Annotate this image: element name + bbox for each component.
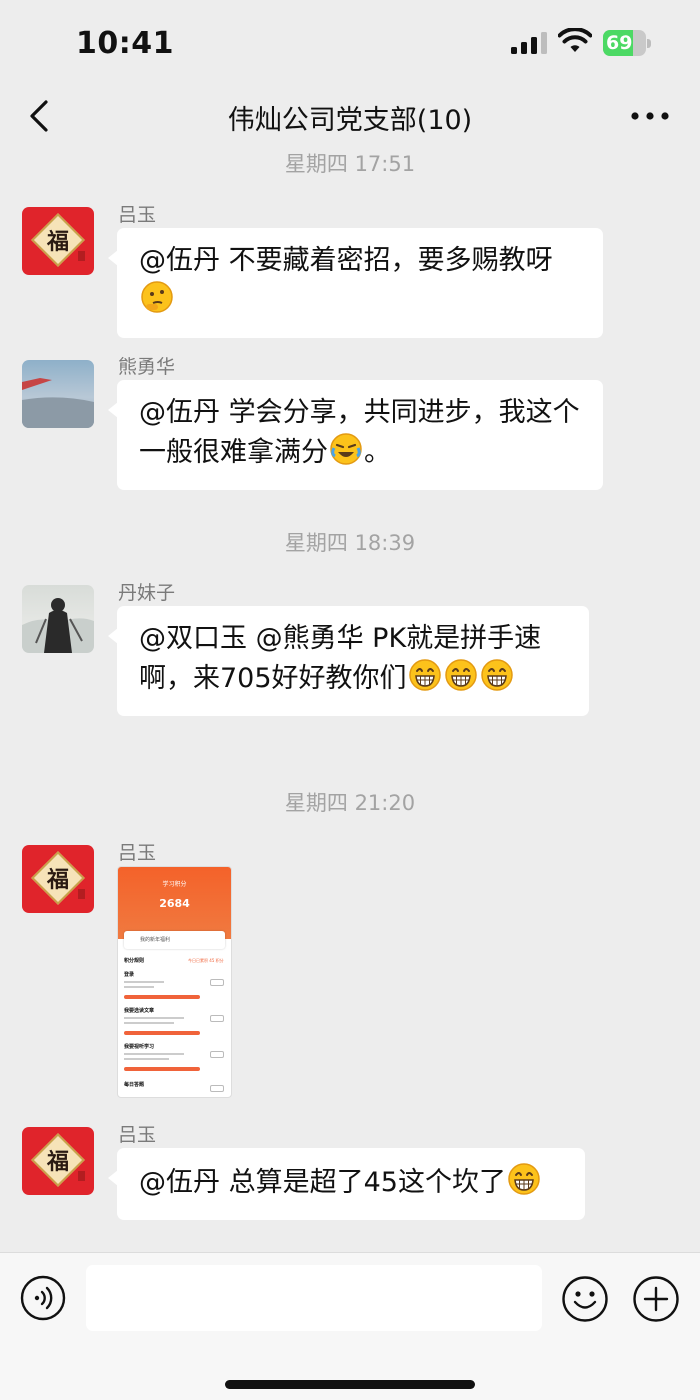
battery-level: 69 — [606, 32, 633, 54]
message-text: @伍丹 不要藏着密招，要多赐教呀 — [139, 245, 553, 276]
timestamp: 星期四 21:20 — [284, 791, 416, 815]
thinking-emoji — [141, 281, 173, 313]
grin-emoji — [480, 659, 513, 691]
avatar[interactable]: 福 — [22, 207, 94, 275]
sender-name: 丹妹子 — [118, 582, 176, 604]
image-score: 2684 — [159, 897, 190, 910]
input-bar — [0, 1252, 700, 1400]
wifi-icon — [558, 28, 592, 52]
message-bubble[interactable]: @双口玉 @熊勇华 PK就是拼手速啊，来705好好教你们 — [108, 606, 589, 716]
message-suffix: 。 — [364, 437, 391, 468]
more-dots-icon[interactable] — [630, 106, 670, 126]
status-time: 10:41 — [76, 26, 174, 61]
message-bubble[interactable]: @伍丹 总算是超了45这个坎了 — [108, 1148, 585, 1220]
avatar[interactable]: 福 — [22, 845, 94, 913]
signal-icon — [511, 32, 547, 54]
sender-name: 吕玉 — [118, 204, 157, 226]
image-message[interactable]: 学习积分 2684 我的新年福利 积分规则 今日已累积 45 积分 登录 我要选… — [117, 866, 232, 1098]
avatar[interactable]: 福 — [22, 1127, 94, 1195]
grin-emoji — [444, 659, 477, 691]
smiley-icon[interactable] — [561, 1275, 609, 1323]
message-input[interactable] — [86, 1265, 542, 1331]
message-bubble[interactable]: @伍丹 学会分享，共同进步，我这个一般很难拿满分 。 — [108, 380, 603, 490]
sender-name: 熊勇华 — [118, 356, 176, 378]
avatar[interactable] — [22, 585, 94, 653]
battery-icon: 69 — [603, 30, 651, 56]
grin-emoji — [508, 1163, 540, 1195]
plus-icon[interactable] — [632, 1275, 680, 1323]
image-title: 学习积分 — [162, 881, 187, 888]
home-indicator — [225, 1380, 475, 1389]
status-bar: 10:41 69 — [0, 0, 700, 88]
chat-title: 伟灿公司党支部(10) — [227, 105, 473, 136]
laugh-cry-emoji — [330, 433, 362, 465]
message-bubble[interactable]: @伍丹 不要藏着密招，要多赐教呀 — [108, 228, 603, 338]
timestamp: 星期四 17:51 — [284, 152, 416, 176]
grin-emoji — [408, 659, 441, 691]
avatar[interactable] — [22, 360, 94, 428]
timestamp: 星期四 18:39 — [284, 531, 416, 555]
chat-header: 伟灿公司党支部(10) — [0, 88, 700, 150]
sender-name: 吕玉 — [118, 1124, 157, 1146]
message-text: @伍丹 总算是超了45这个坎了 — [139, 1167, 506, 1198]
voice-icon[interactable] — [20, 1275, 66, 1321]
sender-name: 吕玉 — [118, 842, 157, 864]
